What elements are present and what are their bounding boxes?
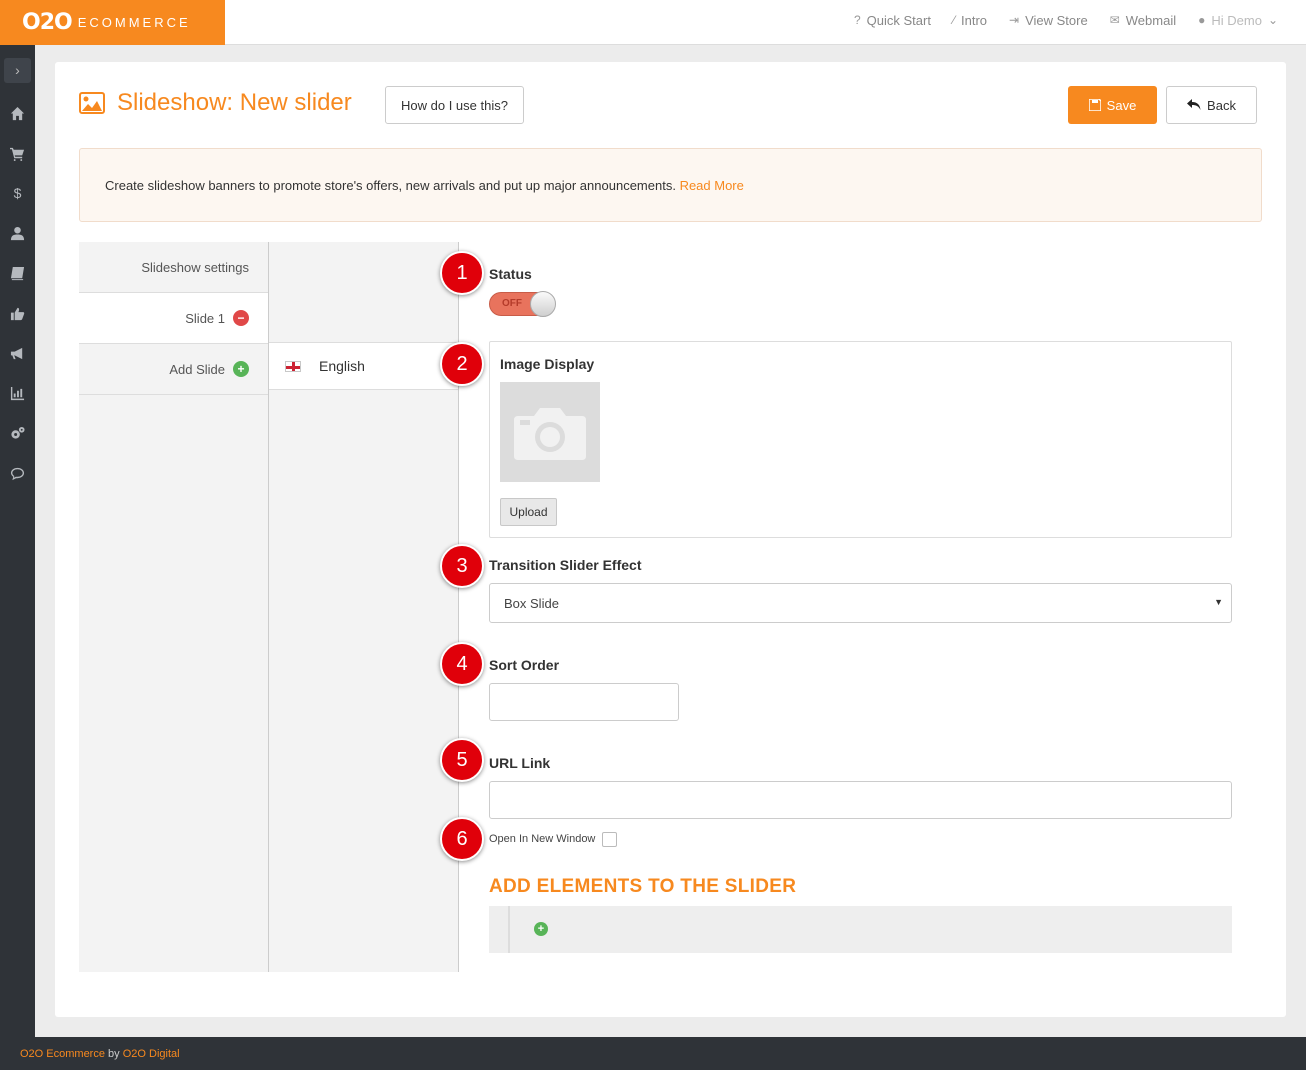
add-slide-icon[interactable]: + (233, 361, 249, 377)
page-title-text: Slideshow: New slider (117, 89, 352, 116)
callout-badge-6: 6 (440, 817, 484, 861)
callout-badge-4: 4 (440, 642, 484, 686)
user-icon: ● (1198, 13, 1206, 27)
toggle-knob[interactable] (530, 291, 556, 317)
user-menu-label: Hi Demo (1211, 12, 1262, 28)
envelope-icon: ✉ (1109, 13, 1120, 27)
status-toggle-text: OFF (502, 298, 522, 309)
language-tabs: English (268, 242, 459, 972)
info-box: Create slideshow banners to promote stor… (79, 148, 1262, 222)
chevron-down-icon: ⌄ (1267, 13, 1278, 27)
comment-icon[interactable] (0, 453, 35, 493)
footer-by: by (108, 1048, 120, 1060)
reply-icon (1187, 99, 1201, 110)
tab-slideshow-settings-label: Slideshow settings (141, 259, 249, 275)
info-text: Create slideshow banners to promote stor… (105, 178, 676, 193)
open-new-window-checkbox[interactable] (602, 832, 617, 847)
user-menu[interactable]: ● Hi Demo ⌄ (1198, 13, 1278, 28)
transition-effect-select[interactable]: Box Slide ▼ (489, 583, 1232, 623)
wand-icon: ⁄ (952, 13, 955, 27)
top-bar: O2O ECOMMERCE ? Quick Start ⁄ Intro ⇥ Vi… (0, 0, 1306, 45)
caret-down-icon: ▼ (1214, 597, 1223, 607)
url-link-label: URL Link (489, 755, 551, 771)
transition-label: Transition Slider Effect (489, 557, 642, 573)
save-button-label: Save (1106, 97, 1137, 113)
footer: O2O Ecommerce by O2O Digital (0, 1037, 1306, 1070)
image-icon (79, 92, 105, 114)
uk-flag-icon (285, 360, 301, 372)
nav-quick-start-label: Quick Start (866, 12, 931, 28)
tab-language-english[interactable]: English (269, 342, 458, 390)
home-icon[interactable] (0, 93, 35, 133)
logo[interactable]: O2O ECOMMERCE (0, 0, 225, 45)
open-new-window-label: Open In New Window (489, 833, 596, 845)
floppy-icon (1088, 99, 1101, 111)
back-button-label: Back (1207, 97, 1236, 113)
top-nav: ? Quick Start ⁄ Intro ⇥ View Store ✉ Web… (854, 0, 1278, 40)
language-label: English (319, 358, 365, 374)
logo-sub: ECOMMERCE (77, 15, 191, 30)
nav-webmail[interactable]: ✉ Webmail (1110, 13, 1176, 28)
gears-icon[interactable] (0, 413, 35, 453)
tab-add-slide-label: Add Slide (169, 361, 225, 377)
user-icon[interactable] (0, 213, 35, 253)
footer-author[interactable]: O2O Digital (123, 1048, 180, 1060)
image-display-label: Image Display (500, 356, 595, 372)
sort-order-label: Sort Order (489, 657, 560, 673)
slide-tabs: Slideshow settings Slide 1 − Add Slide + (79, 242, 269, 972)
tab-add-slide[interactable]: Add Slide + (79, 344, 269, 395)
elements-divider (508, 906, 510, 953)
nav-quick-start[interactable]: ? Quick Start (854, 13, 931, 28)
nav-intro-label: Intro (960, 12, 987, 28)
url-link-input[interactable] (489, 781, 1232, 819)
nav-intro[interactable]: ⁄ Intro (953, 13, 987, 28)
callout-badge-3: 3 (440, 544, 484, 588)
image-placeholder[interactable] (500, 382, 600, 482)
back-button[interactable]: Back (1166, 86, 1257, 124)
status-label: Status (489, 266, 532, 282)
tab-slideshow-settings[interactable]: Slideshow settings (79, 242, 269, 293)
tab-slide-1[interactable]: Slide 1 − (79, 293, 269, 344)
camera-icon (514, 408, 586, 460)
nav-view-store[interactable]: ⇥ View Store (1009, 13, 1088, 28)
read-more-link[interactable]: Read More (680, 178, 744, 193)
thumbs-up-icon[interactable] (0, 293, 35, 333)
image-display-panel: Image Display Upload (489, 341, 1232, 538)
sort-order-input[interactable] (489, 683, 679, 721)
how-to-use-button[interactable]: How do I use this? (385, 86, 524, 124)
elements-bar: + (489, 906, 1232, 953)
bar-chart-icon[interactable] (0, 373, 35, 413)
dollar-icon[interactable]: $ (0, 173, 35, 213)
question-icon: ? (853, 13, 861, 27)
save-button[interactable]: Save (1068, 86, 1157, 124)
tab-slide-1-label: Slide 1 (185, 310, 225, 326)
sidebar-expand-button[interactable]: › (4, 58, 31, 83)
book-icon[interactable] (0, 253, 35, 293)
sidebar: › $ (0, 45, 35, 1070)
cart-icon[interactable] (0, 133, 35, 173)
callout-badge-2: 2 (440, 342, 484, 386)
logo-main: O2O (22, 10, 73, 35)
callout-badge-1: 1 (440, 251, 484, 295)
megaphone-icon[interactable] (0, 333, 35, 373)
status-toggle[interactable]: OFF (489, 291, 556, 317)
nav-view-store-label: View Store (1025, 12, 1088, 28)
upload-button[interactable]: Upload (500, 498, 557, 526)
footer-company[interactable]: O2O Ecommerce (20, 1048, 105, 1060)
transition-effect-value: Box Slide (504, 595, 559, 611)
callout-badge-5: 5 (440, 738, 484, 782)
sign-in-icon: ⇥ (1009, 13, 1020, 27)
page-title: Slideshow: New slider (79, 89, 352, 117)
main-card: Slideshow: New slider How do I use this?… (55, 62, 1286, 1017)
nav-webmail-label: Webmail (1125, 12, 1177, 28)
add-elements-title: ADD ELEMENTS TO THE SLIDER (489, 876, 797, 897)
add-element-icon[interactable]: + (534, 922, 548, 936)
remove-slide-icon[interactable]: − (233, 310, 249, 326)
